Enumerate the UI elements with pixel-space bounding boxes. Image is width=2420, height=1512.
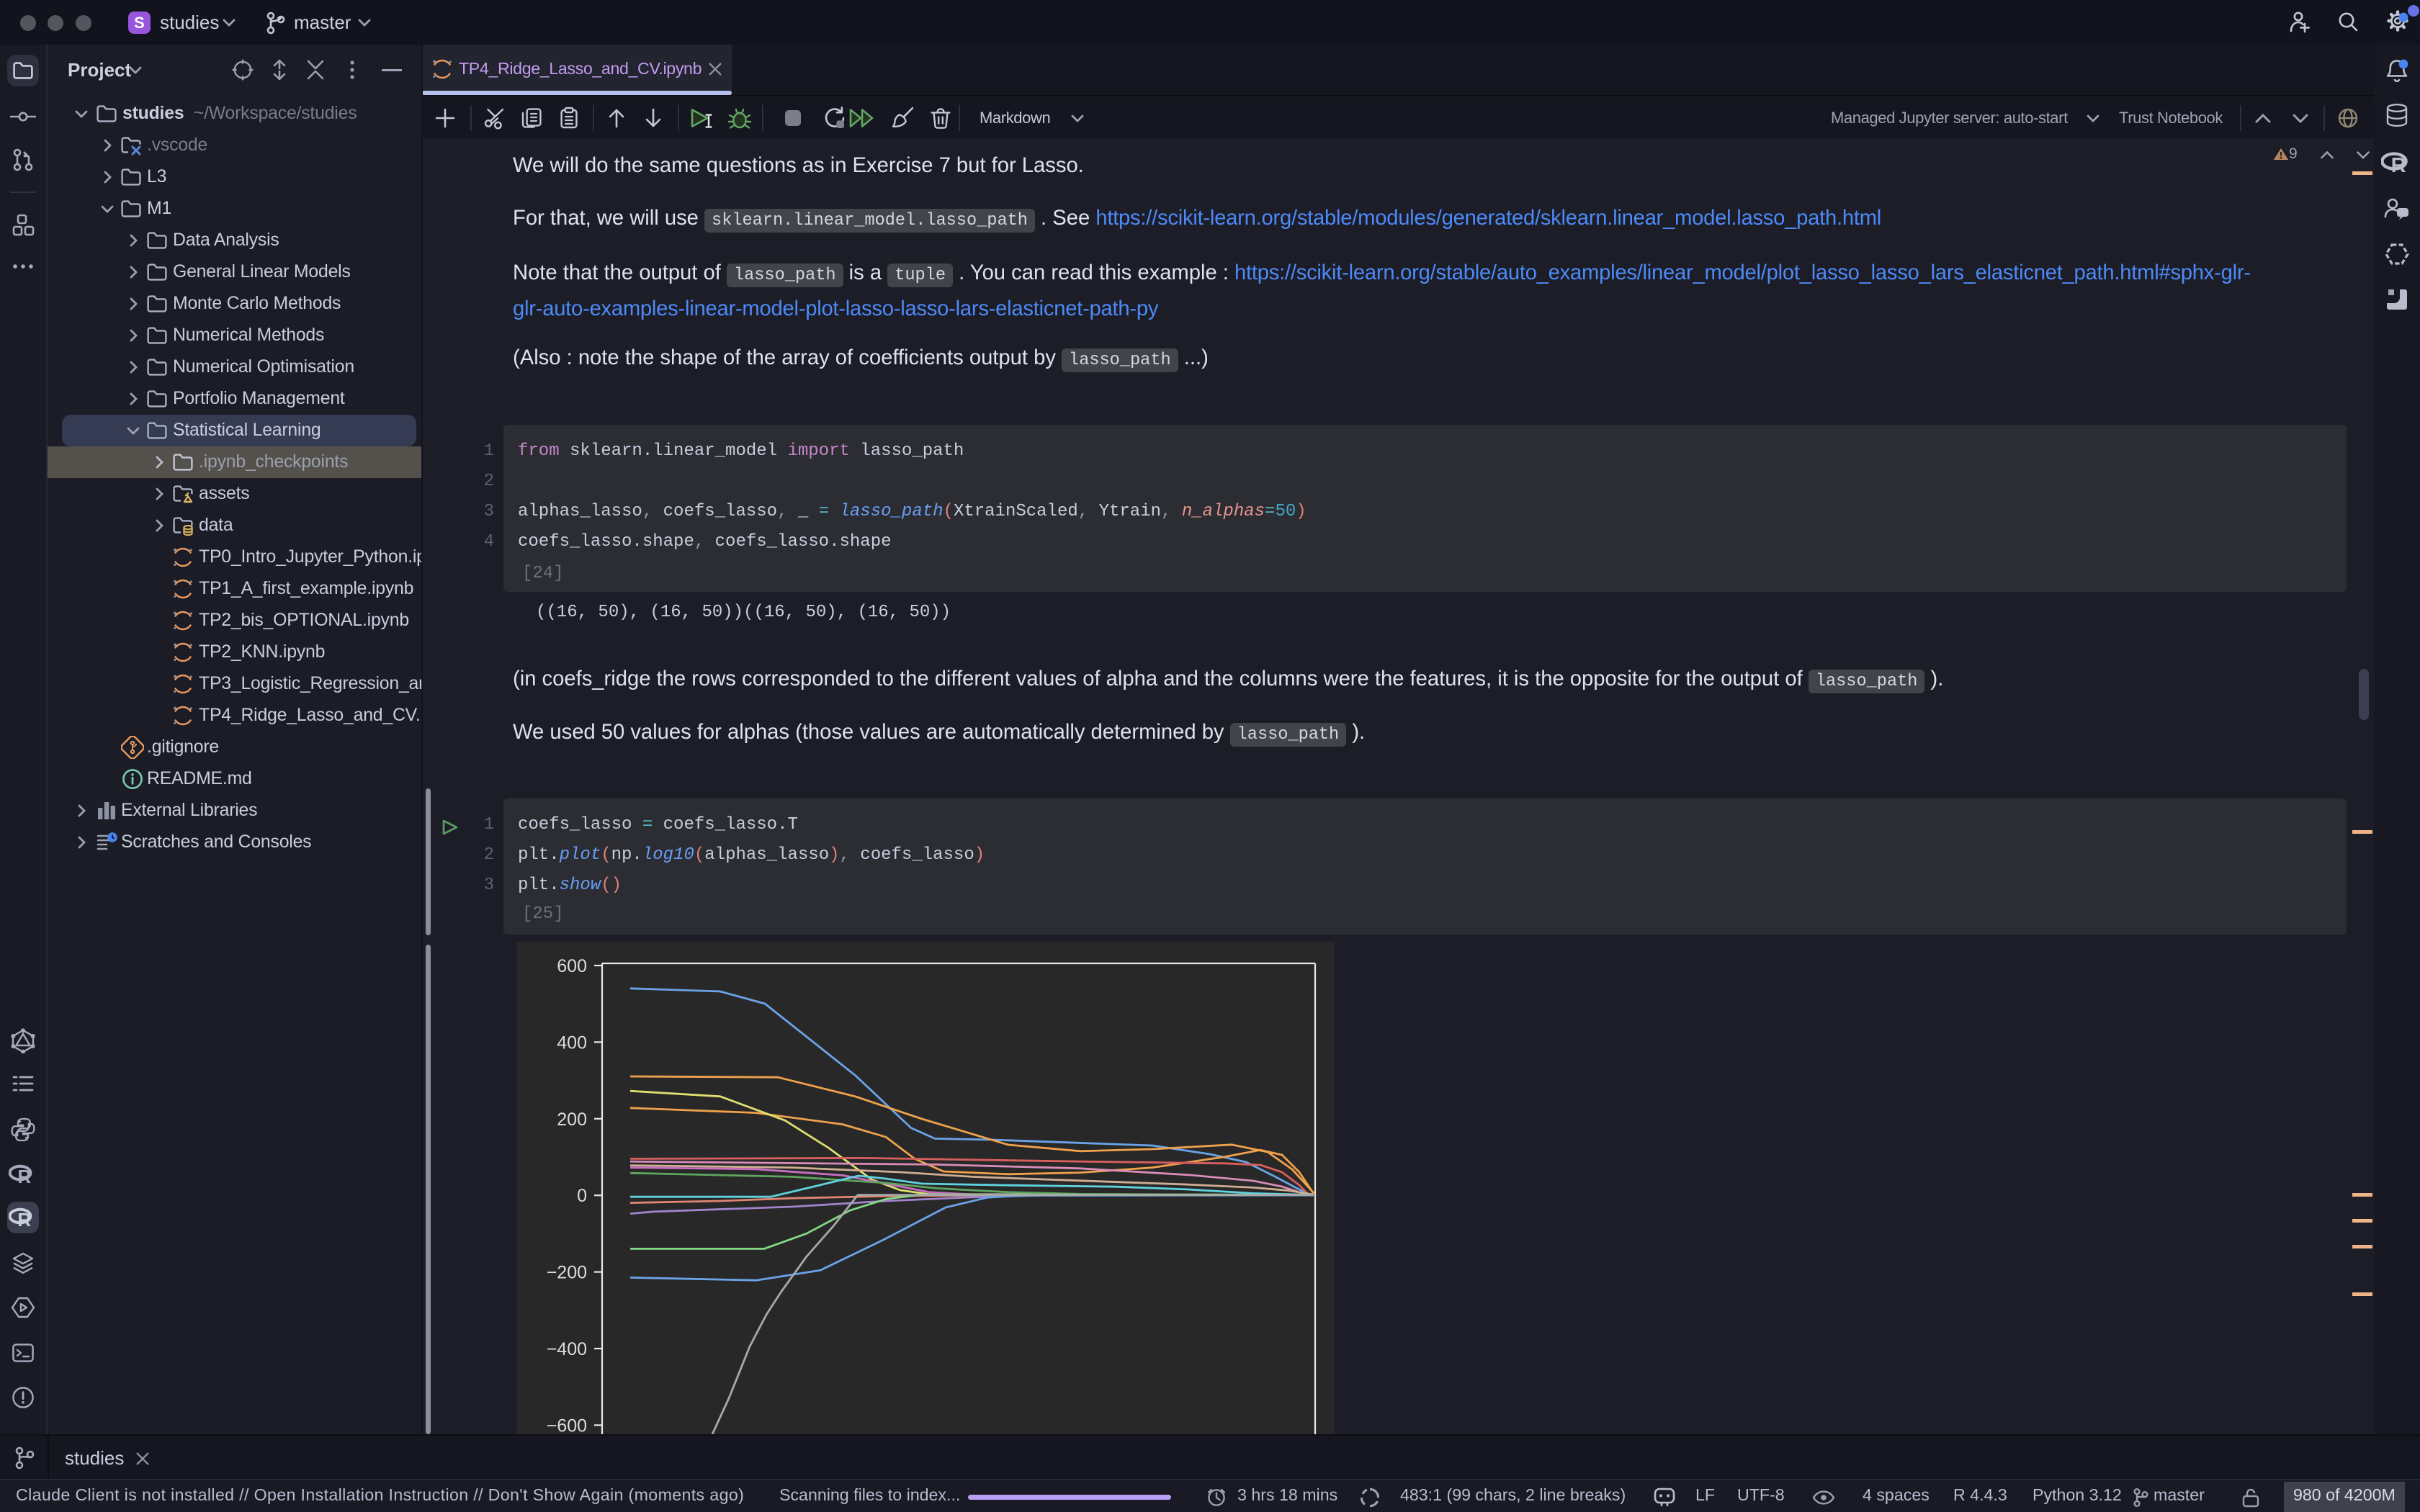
svg-text:−400: −400 bbox=[547, 1339, 587, 1359]
svg-text:400: 400 bbox=[557, 1032, 587, 1053]
svg-text:600: 600 bbox=[557, 956, 587, 976]
svg-text:−600: −600 bbox=[547, 1416, 587, 1434]
svg-text:0: 0 bbox=[577, 1186, 587, 1206]
svg-text:R: R bbox=[17, 1166, 31, 1186]
svg-text:R: R bbox=[17, 1209, 31, 1229]
svg-text:−200: −200 bbox=[547, 1263, 587, 1283]
svg-text:200: 200 bbox=[557, 1110, 587, 1130]
svg-text:R: R bbox=[2391, 154, 2406, 176]
